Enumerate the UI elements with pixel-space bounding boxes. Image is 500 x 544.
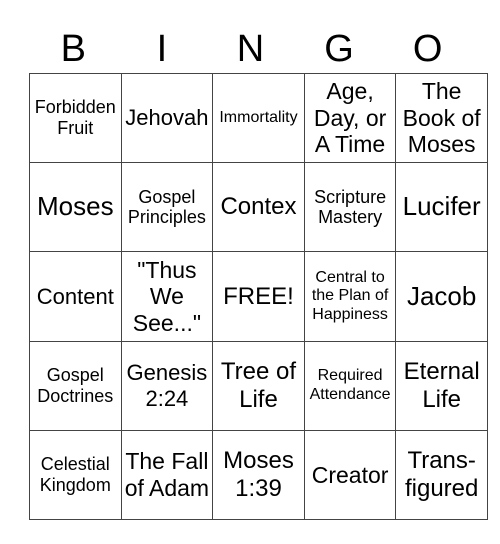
card-cell[interactable]: Scripture Mastery (303, 162, 397, 253)
card-cell[interactable]: Trans-figured (395, 429, 488, 520)
card-cell[interactable]: Genesis 2:24 (120, 340, 214, 431)
card-cell[interactable]: Forbidden Fruit (29, 72, 122, 164)
card-cell[interactable]: Eternal Life (395, 340, 488, 431)
free-space-cell[interactable]: FREE! (212, 251, 305, 342)
card-cell[interactable]: Celestial Kingdom (29, 429, 122, 520)
card-cell[interactable]: Creator (303, 429, 397, 520)
bingo-card-grid: Forbidden Fruit Jehovah Immortality Age,… (29, 72, 488, 520)
card-cell[interactable]: Central to the Plan of Happiness (303, 251, 397, 342)
card-cell[interactable]: Age, Day, or A Time (303, 72, 397, 164)
card-cell[interactable]: "Thus We See..." (120, 251, 214, 342)
header-letter-g: G (324, 28, 354, 70)
card-cell[interactable]: The Book of Moses (395, 72, 488, 164)
card-cell[interactable]: Jehovah (120, 72, 214, 164)
card-cell[interactable]: Content (29, 251, 122, 342)
header-letter-o: O (412, 28, 443, 70)
card-cell[interactable]: Gospel Principles (120, 162, 214, 253)
card-cell[interactable]: The Fall of Adam (120, 429, 214, 520)
card-cell[interactable]: Required Attendance (303, 340, 397, 431)
card-cell[interactable]: Gospel Doctrines (29, 340, 122, 431)
header-letter-b: B (60, 28, 86, 70)
card-cell[interactable]: Contex (212, 162, 305, 253)
header-letter-n: N (236, 28, 265, 70)
card-row: Gospel Doctrines Genesis 2:24 Tree of Li… (29, 340, 488, 431)
card-cell[interactable]: Moses (29, 162, 122, 253)
card-cell[interactable]: Immortality (212, 72, 305, 164)
card-cell[interactable]: Tree of Life (212, 340, 305, 431)
header-letter-i: I (156, 28, 168, 70)
card-cell[interactable]: Moses 1:39 (212, 429, 305, 520)
card-row: Celestial Kingdom The Fall of Adam Moses… (29, 429, 488, 520)
card-cell[interactable]: Lucifer (395, 162, 488, 253)
card-cell[interactable]: Jacob (395, 251, 488, 342)
card-row: Moses Gospel Principles Contex Scripture… (29, 162, 488, 253)
card-row: Forbidden Fruit Jehovah Immortality Age,… (29, 72, 488, 164)
bingo-header: B I N G O (29, 26, 472, 72)
card-row: Content "Thus We See..." FREE! Central t… (29, 251, 488, 342)
